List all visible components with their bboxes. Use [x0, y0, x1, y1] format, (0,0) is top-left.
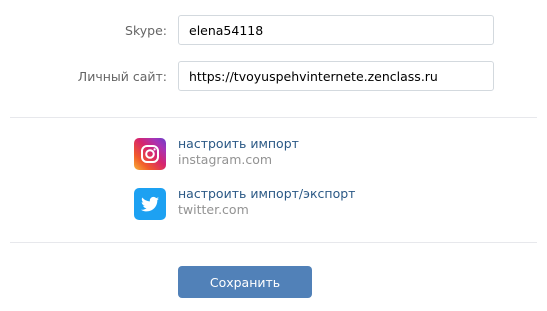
save-button[interactable]: Сохранить	[178, 266, 312, 298]
skype-row: Skype:	[0, 15, 547, 47]
service-twitter: настроить импорт/экспорт twitter.com	[134, 186, 494, 222]
instagram-import-link[interactable]: настроить импорт	[178, 136, 299, 152]
service-instagram: настроить импорт instagram.com	[134, 136, 494, 172]
twitter-import-export-link[interactable]: настроить импорт/экспорт	[178, 186, 355, 202]
website-label: Личный сайт:	[77, 69, 167, 84]
skype-input[interactable]	[178, 15, 494, 45]
website-input[interactable]	[178, 61, 494, 91]
twitter-domain: twitter.com	[178, 202, 249, 217]
divider-top	[10, 117, 537, 118]
instagram-icon[interactable]	[134, 138, 166, 170]
website-row: Личный сайт:	[0, 61, 547, 93]
twitter-icon[interactable]	[134, 188, 166, 220]
divider-bottom	[10, 242, 537, 243]
skype-label: Skype:	[125, 23, 167, 38]
instagram-domain: instagram.com	[178, 152, 273, 167]
service-twitter-text: настроить импорт/экспорт twitter.com	[178, 186, 355, 218]
service-instagram-text: настроить импорт instagram.com	[178, 136, 299, 168]
